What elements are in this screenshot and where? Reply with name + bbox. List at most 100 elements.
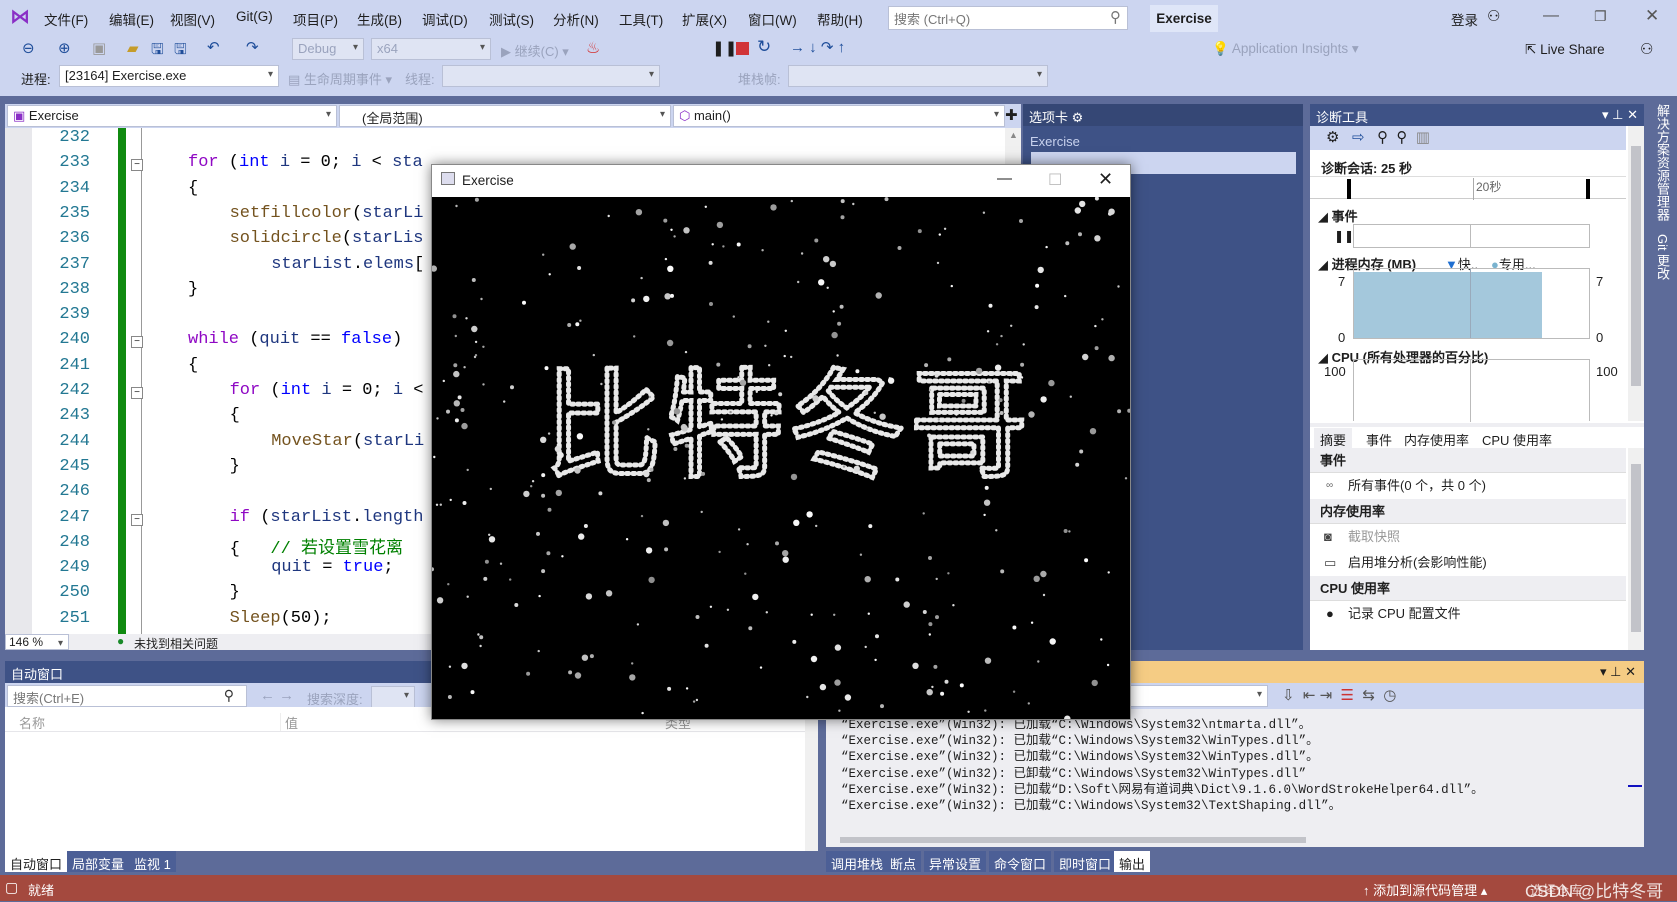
account-icon[interactable]: ⚇	[1487, 7, 1500, 25]
menu-item[interactable]: 调试(D)	[422, 9, 468, 29]
redo-icon[interactable]: ↷	[246, 38, 259, 56]
code-line[interactable]: Sleep(50);	[230, 609, 332, 628]
stop-icon[interactable]	[736, 42, 749, 55]
thread-dropdown[interactable]	[442, 65, 660, 87]
chart-icon[interactable]: ▥	[1416, 129, 1430, 146]
zoom-out-icon[interactable]: ⚲	[1396, 129, 1407, 146]
summary-scrollbar[interactable]	[1628, 448, 1644, 650]
output-hscrollbar[interactable]	[826, 833, 1644, 847]
timeline-end-handle[interactable]	[1586, 179, 1590, 199]
menu-item[interactable]: 文件(F)	[44, 9, 88, 29]
tab-2[interactable]: 监视 1	[129, 851, 176, 872]
code-line[interactable]: {	[188, 356, 198, 375]
collapse-icon[interactable]: −	[131, 513, 143, 526]
side-tab-solution-explorer[interactable]: 解决方案资源管理器	[1650, 104, 1672, 221]
menu-item[interactable]: 项目(P)	[293, 9, 338, 29]
panel-controls-icon[interactable]: ▾ ⊥ ✕	[1602, 107, 1638, 123]
code-line[interactable]: }	[188, 280, 198, 299]
code-line[interactable]: if (starList.length	[230, 508, 424, 527]
diag-scrollbar[interactable]	[1628, 126, 1644, 421]
menu-item[interactable]: 生成(B)	[357, 9, 402, 29]
back-forward-icons[interactable]: ← →	[260, 687, 294, 704]
side-tab-git-changes[interactable]: Git 更改	[1650, 234, 1672, 280]
notification-icon[interactable]: ▢	[5, 879, 18, 896]
col-name[interactable]: 名称	[19, 713, 45, 732]
app-titlebar[interactable]: Exercise — ☐ ✕	[432, 165, 1130, 197]
menu-item[interactable]: 窗口(W)	[748, 9, 797, 29]
restart-icon[interactable]: ↻	[757, 37, 771, 57]
platform-dropdown[interactable]: x64	[371, 38, 491, 60]
app-maximize-button[interactable]: ☐	[1048, 170, 1062, 190]
close-button[interactable]: ✕	[1645, 6, 1659, 26]
app-window[interactable]: Exercise — ☐ ✕ 比特冬哥	[431, 164, 1131, 720]
output-vscrollbar[interactable]	[1626, 709, 1644, 833]
back-icon[interactable]: ⊖	[22, 39, 35, 57]
undo-icon[interactable]: ↶	[207, 38, 220, 56]
menu-item[interactable]: 测试(S)	[489, 9, 534, 29]
step-icons[interactable]: → ↓ ↷ ↑	[790, 38, 845, 56]
code-line[interactable]: for (int i = 0; i < sta	[188, 153, 423, 172]
tab-1[interactable]: 断点	[885, 851, 922, 872]
config-dropdown[interactable]: Debug	[292, 38, 364, 60]
search-depth-dropdown[interactable]	[371, 686, 415, 708]
col-value[interactable]: 值	[280, 713, 298, 732]
code-line[interactable]: {	[188, 179, 198, 198]
collapse-icon[interactable]: −	[131, 387, 143, 399]
autos-scrollbar[interactable]	[805, 707, 818, 851]
zoom-in-icon[interactable]: ⚲	[1377, 129, 1388, 146]
code-line[interactable]: setfillcolor(starLi	[230, 204, 424, 223]
zoom-dropdown[interactable]: 146 %	[5, 634, 69, 650]
tab-3[interactable]: 命令窗口	[989, 851, 1052, 872]
menu-item[interactable]: 工具(T)	[619, 9, 663, 29]
pause-icon[interactable]: ❚❚	[712, 39, 737, 57]
continue-button[interactable]: ▶ 继续(C) ▾	[501, 41, 569, 60]
app-insights-button[interactable]: 💡 Application Insights ▾	[1212, 41, 1359, 57]
forward-icon[interactable]: ⊕	[58, 39, 71, 57]
live-share-button[interactable]: ⇱ Live Share	[1525, 42, 1605, 58]
tab-5[interactable]: 输出	[1114, 851, 1151, 872]
open-file-icon[interactable]: ▰	[127, 39, 139, 57]
process-dropdown[interactable]: [23164] Exercise.exe	[59, 65, 279, 87]
output-toolbar-icons[interactable]: ⇩ ⇤ ⇥ ☰ ⇆ ◷	[1282, 686, 1396, 704]
split-icon[interactable]: ✚	[1005, 106, 1018, 124]
hot-reload-icon[interactable]: ♨	[586, 38, 600, 58]
code-line[interactable]: }	[230, 457, 240, 476]
code-line[interactable]: solidcircle(starLis	[230, 229, 424, 248]
all-events-link[interactable]: ∞ 所有事件(0 个，共 0 个)	[1310, 473, 1626, 499]
lifecycle-events-button[interactable]: ▤ 生命周期事件 ▾	[288, 69, 392, 88]
save-all-icon[interactable]: 🖫	[174, 39, 187, 64]
settings-icon[interactable]: ⚙	[1326, 129, 1339, 146]
tab-0[interactable]: 调用堆栈	[826, 851, 889, 872]
project-dropdown[interactable]: ▣ Exercise	[7, 105, 337, 127]
heap-profiling-button[interactable]: ▭ 启用堆分析(会影响性能)	[1310, 550, 1626, 576]
scope-dropdown[interactable]: (全局范围)	[339, 105, 671, 127]
tab-1[interactable]: 局部变量	[67, 851, 130, 872]
feedback-icon[interactable]: ⚇	[1640, 40, 1653, 58]
minimize-button[interactable]: —	[1543, 7, 1559, 25]
tab-4[interactable]: 即时窗口	[1054, 851, 1117, 872]
code-line[interactable]: { // 若设置雪花离	[230, 533, 403, 559]
menu-item[interactable]: 分析(N)	[553, 9, 599, 29]
code-line[interactable]: }	[230, 583, 240, 602]
timeline-start-handle[interactable]	[1347, 179, 1351, 199]
take-snapshot-button[interactable]: ◙ 截取快照	[1310, 524, 1626, 550]
select-tools-icon[interactable]: ⇨	[1352, 129, 1365, 146]
restore-button[interactable]: ❐	[1594, 8, 1607, 25]
stackframe-dropdown[interactable]	[788, 65, 1048, 87]
events-pause-icon[interactable]: ❚❚	[1334, 229, 1354, 243]
app-close-button[interactable]: ✕	[1098, 169, 1113, 190]
record-cpu-button[interactable]: ● 记录 CPU 配置文件	[1310, 601, 1626, 627]
code-line[interactable]: starList.elems[	[271, 255, 424, 274]
panel-controls-icon[interactable]: ▾ ⊥ ✕	[1600, 664, 1636, 680]
output-text[interactable]: “Exercise.exe”(Win32): 已加载“C:\Windows\Sy…	[826, 709, 1626, 833]
tab-2[interactable]: 异常设置	[924, 851, 987, 872]
new-project-icon[interactable]: ▣	[92, 39, 106, 57]
member-dropdown[interactable]: ⬡ main()	[673, 105, 1005, 127]
collapse-icon[interactable]: −	[131, 336, 143, 349]
autos-search-input[interactable]: 搜索(Ctrl+E) ⚲	[7, 685, 247, 707]
tab-0[interactable]: 自动窗口	[5, 851, 68, 872]
code-line[interactable]: for (int i = 0; i <	[230, 381, 424, 400]
code-line[interactable]: quit = true;	[271, 558, 393, 577]
app-minimize-button[interactable]: —	[997, 170, 1012, 187]
code-line[interactable]: MoveStar(starLi	[271, 432, 424, 451]
